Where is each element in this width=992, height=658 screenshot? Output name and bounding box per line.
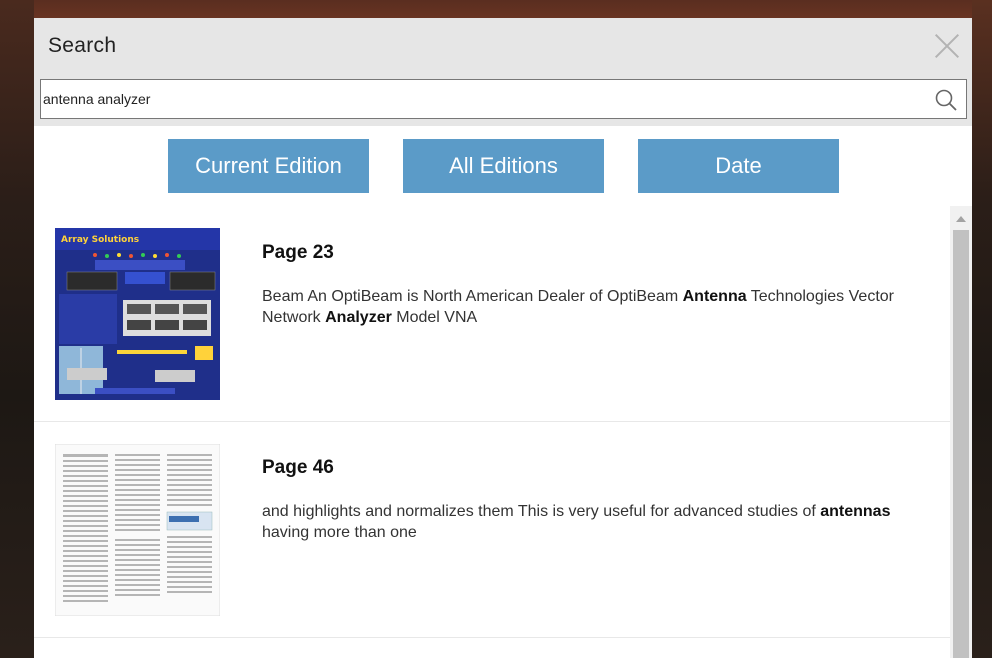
search-input[interactable] [41,80,921,118]
result-thumbnail[interactable]: Array Solutions [55,228,220,400]
result-thumbnail[interactable] [55,444,220,616]
scrollbar-thumb[interactable] [953,230,969,658]
search-box [40,79,967,119]
result-item[interactable]: Array Solutions Page 23 Beam An OptiBeam… [34,206,950,422]
result-page-label[interactable]: Page 23 [262,242,334,264]
search-icon[interactable] [934,88,958,112]
tab-current-edition[interactable]: Current Edition [168,139,369,193]
result-snippet: Beam An OptiBeam is North American Deale… [262,286,942,328]
scroll-up-arrow-icon[interactable] [956,216,966,222]
search-scope-tabs: Current Edition All Editions Date [34,126,972,212]
results-list: Array Solutions Page 23 Beam An OptiBeam… [34,206,972,658]
snippet-text: Beam An OptiBeam is North American Deale… [262,288,683,305]
result-item[interactable]: Page 46 and highlights and normalizes th… [34,422,950,638]
tab-date[interactable]: Date [638,139,839,193]
search-modal: Search Current Edition All Editions Date… [34,18,972,658]
result-snippet: and highlights and normalizes them This … [262,501,942,543]
modal-header: Search [34,18,972,126]
result-page-label[interactable]: Page 46 [262,457,334,479]
snippet-text: having more than one [262,524,417,541]
svg-text:Array Solutions: Array Solutions [61,235,139,245]
close-icon[interactable] [932,30,962,60]
snippet-text: Model VNA [391,309,478,326]
snippet-highlight: antennas [820,503,891,520]
background-right-strip [972,0,992,658]
modal-title: Search [48,34,117,57]
tab-all-editions[interactable]: All Editions [403,139,604,193]
results-scrollbar[interactable] [950,206,972,658]
background-left-strip [0,0,34,658]
snippet-highlight: Analyzer [325,309,392,326]
snippet-highlight: Antenna [682,288,747,305]
snippet-text: and highlights and normalizes them This … [262,503,821,520]
